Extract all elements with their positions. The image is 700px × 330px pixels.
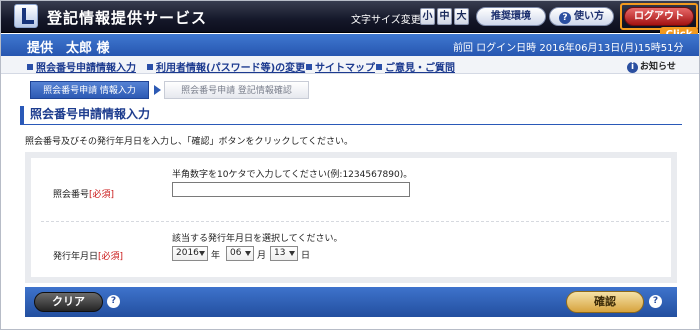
font-size-small-button[interactable]: 小 <box>420 8 435 25</box>
step-current: 照会番号申請 情報入力 <box>30 81 149 99</box>
top-header: 登記情報提供サービス 文字サイズ変更 小 中 大 推奨環境 ? 使い方 ログアウト <box>0 0 700 33</box>
step-next: 照会番号申請 登記情報確認 <box>164 81 309 99</box>
help-button-label: 使い方 <box>574 11 604 22</box>
issue-date-label: 発行年月日[必須] <box>53 252 124 262</box>
action-bar: クリア ? 確認 ? <box>25 287 677 317</box>
bullet-icon <box>376 64 382 70</box>
required-mark: [必須] <box>89 190 115 200</box>
step-arrow-icon <box>154 85 161 95</box>
chevron-down-icon <box>199 251 205 256</box>
inquiry-number-label: 照会番号[必須] <box>53 190 115 200</box>
bullet-icon <box>306 64 312 70</box>
nav-link-sitemap[interactable]: サイトマップ <box>306 59 375 74</box>
clear-button[interactable]: クリア <box>34 292 103 312</box>
service-logo-icon <box>14 4 38 28</box>
nav-link-feedback[interactable]: ご意見・ご質問 <box>376 59 455 74</box>
row-divider <box>41 221 669 222</box>
day-select[interactable]: 13 <box>270 246 298 261</box>
logout-highlight-frame <box>620 3 698 30</box>
user-name: 提供 太郎 様 <box>27 41 110 56</box>
user-bar: 提供 太郎 様 前回 ログイン日時 2016年06月13日(月)15時51分 <box>0 34 700 56</box>
recommended-env-button[interactable]: 推奨環境 <box>476 7 546 26</box>
required-mark: [必須] <box>98 252 124 262</box>
inquiry-number-hint: 半角数字を10ケタで入力してください(例:1234567890)。 <box>172 170 413 180</box>
inquiry-number-input[interactable] <box>172 182 410 197</box>
font-size-medium-button[interactable]: 中 <box>437 8 452 25</box>
page-title: 照会番号申請情報入力 <box>20 106 682 125</box>
year-unit: 年 <box>211 251 221 261</box>
bullet-icon <box>27 64 33 70</box>
chevron-down-icon <box>245 251 251 256</box>
instructions-text: 照会番号及びその発行年月日を入力し、「確認」ボタンをクリックしてください。 <box>25 137 353 147</box>
form-panel: 照会番号[必須] 半角数字を10ケタで入力してください(例:1234567890… <box>25 152 677 283</box>
app-title: 登記情報提供サービス <box>47 9 208 27</box>
help-icon: ? <box>559 12 571 24</box>
clear-help-icon[interactable]: ? <box>107 295 120 308</box>
font-size-large-button[interactable]: 大 <box>454 8 469 25</box>
confirm-help-icon[interactable]: ? <box>649 295 662 308</box>
chevron-down-icon <box>289 251 295 256</box>
last-login-info: 前回 ログイン日時 2016年06月13日(月)15時51分 <box>453 43 684 54</box>
nav-link-user-settings[interactable]: 利用者情報(パスワード等)の変更 <box>147 59 305 74</box>
issue-date-hint: 該当する発行年月日を選択してください。 <box>172 234 343 244</box>
notice-link[interactable]: i お知らせ <box>627 59 676 73</box>
info-icon: i <box>627 62 638 73</box>
month-unit: 月 <box>257 251 267 261</box>
bullet-icon <box>147 64 153 70</box>
font-size-label: 文字サイズ変更 <box>351 15 421 26</box>
month-select[interactable]: 06 <box>226 246 254 261</box>
day-unit: 日 <box>301 251 311 261</box>
confirm-button[interactable]: 確認 <box>566 291 644 313</box>
nav-bar: 照会番号申請情報入力 利用者情報(パスワード等)の変更 サイトマップ ご意見・ご… <box>0 56 700 74</box>
nav-link-inquiry-input[interactable]: 照会番号申請情報入力 <box>27 59 136 74</box>
year-select[interactable]: 2016 <box>172 246 208 261</box>
help-button[interactable]: ? 使い方 <box>549 7 614 26</box>
